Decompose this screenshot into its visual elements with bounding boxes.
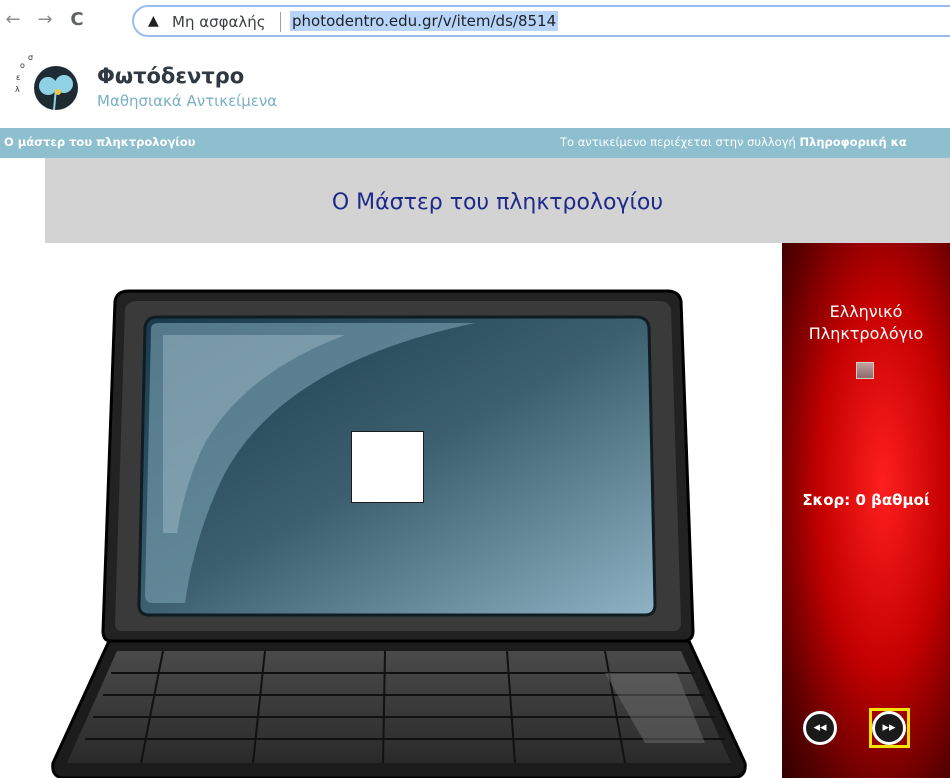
- url-text[interactable]: photodentro.edu.gr/v/item/ds/8514: [290, 11, 559, 31]
- collection-info: Το αντικείμενο περιέχεται στην συλλογή Π…: [560, 135, 907, 149]
- address-bar[interactable]: ▲ Μη ασφαλής photodentro.edu.gr/v/item/d…: [132, 5, 950, 37]
- item-info-bar: Ο μάστερ του πληκτρολογίου Το αντικείμεν…: [0, 128, 950, 158]
- reload-icon[interactable]: C: [66, 9, 88, 31]
- browser-toolbar: ← → C ▲ Μη ασφαλής photodentro.edu.gr/v/…: [0, 0, 950, 44]
- site-header: ο ε λ σ Φωτόδεντρο Μαθησιακά Αντικείμενα: [0, 44, 950, 128]
- collection-link[interactable]: Πληροφορική κα: [799, 135, 906, 149]
- item-title: Ο μάστερ του πληκτρολογίου: [4, 135, 196, 149]
- svg-text:ε: ε: [16, 73, 20, 82]
- site-name[interactable]: Φωτόδεντρο: [97, 64, 244, 88]
- keyboard-language-label: Ελληνικό Πληκτρολόγιο: [808, 302, 924, 343]
- next-button[interactable]: ▸▸: [872, 711, 906, 745]
- collection-text: Το αντικείμενο περιέχεται στην συλλογή: [560, 135, 800, 149]
- site-subtitle: Μαθησιακά Αντικείμενα: [97, 92, 278, 110]
- svg-text:ο: ο: [20, 61, 25, 70]
- back-arrow-icon[interactable]: ←: [2, 9, 24, 31]
- previous-button[interactable]: ◂◂: [803, 711, 837, 745]
- forward-arrow-icon[interactable]: →: [34, 9, 56, 31]
- control-panel: Ελληνικό Πληκτρολόγιο Σκορ: 0 βαθμοί ◂◂ ▸…: [782, 243, 950, 778]
- activity-title-panel: Ο Μάστερ του πληκτρολογίου: [45, 158, 950, 243]
- svg-text:σ: σ: [28, 53, 33, 62]
- address-separator: [280, 12, 281, 32]
- warning-icon[interactable]: ▲: [148, 13, 164, 29]
- photodentro-logo[interactable]: ο ε λ σ: [14, 52, 94, 118]
- activity-stage: [45, 243, 782, 778]
- keyboard-toggle-checkbox[interactable]: [856, 362, 874, 379]
- score-label: Σκορ: 0 βαθμοί: [802, 491, 930, 509]
- security-label[interactable]: Μη ασφαλής: [172, 13, 266, 31]
- laptop-illustration: [51, 289, 747, 778]
- svg-text:λ: λ: [15, 85, 20, 94]
- activity-title: Ο Μάστερ του πληκτρολογίου: [331, 190, 664, 215]
- target-key-box: [351, 431, 424, 503]
